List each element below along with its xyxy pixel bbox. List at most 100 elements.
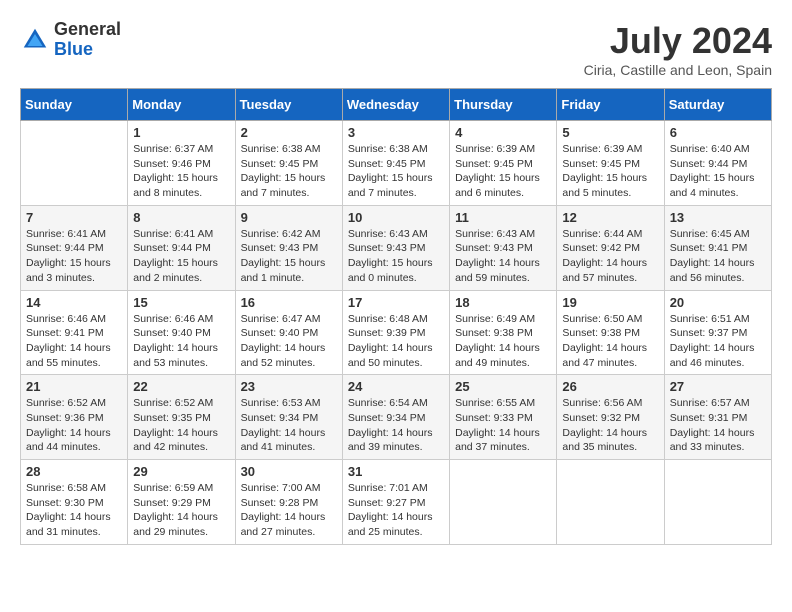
day-info: Sunrise: 6:51 AMSunset: 9:37 PMDaylight:… — [670, 312, 766, 371]
day-cell: 4 Sunrise: 6:39 AMSunset: 9:45 PMDaylight… — [450, 121, 557, 206]
day-number: 26 — [562, 379, 658, 394]
week-row-1: 1Sunrise: 6:37 AMSunset: 9:46 PMDaylight… — [21, 121, 772, 206]
day-number: 3 — [348, 125, 444, 140]
week-row-3: 14 Sunrise: 6:46 AMSunset: 9:41 PMDayligh… — [21, 290, 772, 375]
day-info: Sunrise: 6:42 AMSunset: 9:43 PMDaylight:… — [241, 227, 337, 286]
day-number: 20 — [670, 295, 766, 310]
day-cell: 6Sunrise: 6:40 AMSunset: 9:44 PMDaylight… — [664, 121, 771, 206]
header-monday: Monday — [128, 89, 235, 121]
day-cell: 24 Sunrise: 6:54 AMSunset: 9:34 PMDayligh… — [342, 375, 449, 460]
logo: General Blue — [20, 20, 121, 60]
day-info: Sunrise: 6:52 AMSunset: 9:35 PMDaylight:… — [133, 396, 229, 455]
day-info: Sunrise: 6:55 AMSunset: 9:33 PMDaylight:… — [455, 396, 551, 455]
day-info: Sunrise: 6:53 AMSunset: 9:34 PMDaylight:… — [241, 396, 337, 455]
day-number: 21 — [26, 379, 122, 394]
week-row-2: 7 Sunrise: 6:41 AMSunset: 9:44 PMDaylight… — [21, 205, 772, 290]
day-cell: 23 Sunrise: 6:53 AMSunset: 9:34 PMDayligh… — [235, 375, 342, 460]
header-wednesday: Wednesday — [342, 89, 449, 121]
day-number: 22 — [133, 379, 229, 394]
day-cell: 19 Sunrise: 6:50 AMSunset: 9:38 PMDayligh… — [557, 290, 664, 375]
day-info: Sunrise: 6:50 AMSunset: 9:38 PMDaylight:… — [562, 312, 658, 371]
day-info: Sunrise: 7:01 AMSunset: 9:27 PMDaylight:… — [348, 481, 444, 540]
day-cell: 31 Sunrise: 7:01 AMSunset: 9:27 PMDayligh… — [342, 460, 449, 545]
calendar-header-row: SundayMondayTuesdayWednesdayThursdayFrid… — [21, 89, 772, 121]
day-info: Sunrise: 6:58 AMSunset: 9:30 PMDaylight:… — [26, 481, 122, 540]
day-info: Sunrise: 6:46 AMSunset: 9:40 PMDaylight:… — [133, 312, 229, 371]
month-year: July 2024 — [584, 20, 772, 62]
day-info: Sunrise: 6:39 AMSunset: 9:45 PMDaylight:… — [562, 142, 658, 201]
day-cell: 8 Sunrise: 6:41 AMSunset: 9:44 PMDaylight… — [128, 205, 235, 290]
day-number: 12 — [562, 210, 658, 225]
logo-blue: Blue — [54, 40, 121, 60]
day-info: Sunrise: 6:52 AMSunset: 9:36 PMDaylight:… — [26, 396, 122, 455]
day-number: 4 — [455, 125, 551, 140]
day-number: 8 — [133, 210, 229, 225]
day-number: 11 — [455, 210, 551, 225]
day-cell — [21, 121, 128, 206]
day-cell: 5 Sunrise: 6:39 AMSunset: 9:45 PMDaylight… — [557, 121, 664, 206]
day-info: Sunrise: 6:38 AMSunset: 9:45 PMDaylight:… — [348, 142, 444, 201]
day-info: Sunrise: 6:54 AMSunset: 9:34 PMDaylight:… — [348, 396, 444, 455]
day-cell: 29 Sunrise: 6:59 AMSunset: 9:29 PMDayligh… — [128, 460, 235, 545]
page-header: General Blue July 2024 Ciria, Castille a… — [20, 20, 772, 78]
day-cell: 18 Sunrise: 6:49 AMSunset: 9:38 PMDayligh… — [450, 290, 557, 375]
day-cell: 21 Sunrise: 6:52 AMSunset: 9:36 PMDayligh… — [21, 375, 128, 460]
day-info: Sunrise: 6:46 AMSunset: 9:41 PMDaylight:… — [26, 312, 122, 371]
day-cell: 14 Sunrise: 6:46 AMSunset: 9:41 PMDayligh… — [21, 290, 128, 375]
day-cell: 9 Sunrise: 6:42 AMSunset: 9:43 PMDaylight… — [235, 205, 342, 290]
logo-general: General — [54, 20, 121, 40]
day-number: 9 — [241, 210, 337, 225]
day-number: 28 — [26, 464, 122, 479]
day-cell: 17Sunrise: 6:48 AMSunset: 9:39 PMDayligh… — [342, 290, 449, 375]
title-block: July 2024 Ciria, Castille and Leon, Spai… — [584, 20, 772, 78]
day-number: 16 — [241, 295, 337, 310]
day-info: Sunrise: 6:47 AMSunset: 9:40 PMDaylight:… — [241, 312, 337, 371]
day-cell: 28 Sunrise: 6:58 AMSunset: 9:30 PMDayligh… — [21, 460, 128, 545]
day-cell: 15 Sunrise: 6:46 AMSunset: 9:40 PMDayligh… — [128, 290, 235, 375]
day-cell: 13Sunrise: 6:45 AMSunset: 9:41 PMDayligh… — [664, 205, 771, 290]
header-saturday: Saturday — [664, 89, 771, 121]
day-number: 5 — [562, 125, 658, 140]
day-info: Sunrise: 6:38 AMSunset: 9:45 PMDaylight:… — [241, 142, 337, 201]
day-info: Sunrise: 6:37 AMSunset: 9:46 PMDaylight:… — [133, 142, 229, 201]
day-number: 29 — [133, 464, 229, 479]
week-row-5: 28 Sunrise: 6:58 AMSunset: 9:30 PMDayligh… — [21, 460, 772, 545]
day-cell — [450, 460, 557, 545]
day-number: 19 — [562, 295, 658, 310]
day-number: 15 — [133, 295, 229, 310]
day-info: Sunrise: 7:00 AMSunset: 9:28 PMDaylight:… — [241, 481, 337, 540]
day-cell: 3 Sunrise: 6:38 AMSunset: 9:45 PMDaylight… — [342, 121, 449, 206]
day-info: Sunrise: 6:49 AMSunset: 9:38 PMDaylight:… — [455, 312, 551, 371]
header-sunday: Sunday — [21, 89, 128, 121]
day-info: Sunrise: 6:57 AMSunset: 9:31 PMDaylight:… — [670, 396, 766, 455]
day-cell: 10Sunrise: 6:43 AMSunset: 9:43 PMDayligh… — [342, 205, 449, 290]
day-cell: 2 Sunrise: 6:38 AMSunset: 9:45 PMDaylight… — [235, 121, 342, 206]
calendar-table: SundayMondayTuesdayWednesdayThursdayFrid… — [20, 88, 772, 545]
logo-text: General Blue — [54, 20, 121, 60]
day-info: Sunrise: 6:41 AMSunset: 9:44 PMDaylight:… — [133, 227, 229, 286]
day-number: 14 — [26, 295, 122, 310]
day-info: Sunrise: 6:48 AMSunset: 9:39 PMDaylight:… — [348, 312, 444, 371]
day-number: 18 — [455, 295, 551, 310]
day-cell: 22 Sunrise: 6:52 AMSunset: 9:35 PMDayligh… — [128, 375, 235, 460]
day-info: Sunrise: 6:41 AMSunset: 9:44 PMDaylight:… — [26, 227, 122, 286]
day-number: 23 — [241, 379, 337, 394]
day-cell: 27Sunrise: 6:57 AMSunset: 9:31 PMDayligh… — [664, 375, 771, 460]
header-friday: Friday — [557, 89, 664, 121]
logo-icon — [20, 25, 50, 55]
day-cell: 1Sunrise: 6:37 AMSunset: 9:46 PMDaylight… — [128, 121, 235, 206]
day-number: 24 — [348, 379, 444, 394]
day-number: 2 — [241, 125, 337, 140]
day-info: Sunrise: 6:56 AMSunset: 9:32 PMDaylight:… — [562, 396, 658, 455]
week-row-4: 21 Sunrise: 6:52 AMSunset: 9:36 PMDayligh… — [21, 375, 772, 460]
day-info: Sunrise: 6:39 AMSunset: 9:45 PMDaylight:… — [455, 142, 551, 201]
day-number: 10 — [348, 210, 444, 225]
day-info: Sunrise: 6:44 AMSunset: 9:42 PMDaylight:… — [562, 227, 658, 286]
day-cell — [664, 460, 771, 545]
day-number: 31 — [348, 464, 444, 479]
day-info: Sunrise: 6:59 AMSunset: 9:29 PMDaylight:… — [133, 481, 229, 540]
header-tuesday: Tuesday — [235, 89, 342, 121]
day-cell: 25Sunrise: 6:55 AMSunset: 9:33 PMDayligh… — [450, 375, 557, 460]
day-cell — [557, 460, 664, 545]
day-number: 7 — [26, 210, 122, 225]
